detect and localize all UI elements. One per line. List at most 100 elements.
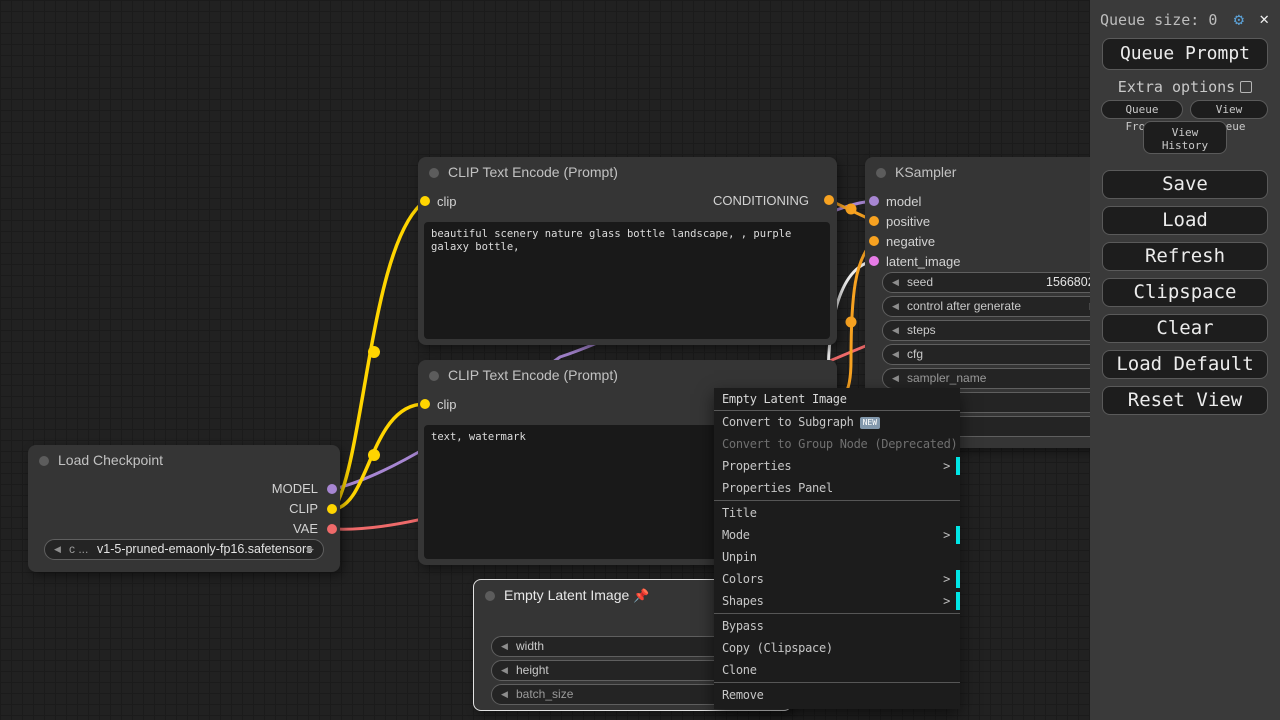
view-history-button[interactable]: View History [1143, 121, 1227, 154]
collapse-dot-icon[interactable] [39, 456, 49, 466]
input-port-model[interactable] [869, 196, 879, 206]
widget-value: v1-5-pruned-emaonly-fp16.safetensors [97, 542, 313, 556]
comfyui-app: CLIP Text Encode (Prompt) clip CONDITION… [0, 0, 1280, 720]
input-label-clip: clip [437, 194, 457, 209]
queue-front-button[interactable]: Queue Front [1101, 100, 1183, 133]
menu-item-clone[interactable]: Clone [714, 659, 960, 681]
prev-arrow-icon[interactable]: ◀ [54, 540, 61, 559]
reset-view-button[interactable]: Reset View [1102, 386, 1268, 415]
output-label-conditioning: CONDITIONING [712, 193, 809, 208]
menu-item-remove[interactable]: Remove [714, 684, 960, 706]
menu-item-convert-to-group-node: Convert to Group Node (Deprecated) [722, 437, 958, 451]
input-label-positive: positive [886, 214, 931, 229]
context-menu-title: Empty Latent Image [714, 388, 960, 411]
decrement-arrow-icon[interactable]: ◀ [892, 369, 899, 388]
input-label-latent-image: latent_image [886, 254, 961, 269]
wire-midpoint-dot[interactable] [368, 346, 380, 358]
node-load-checkpoint[interactable]: Load Checkpoint MODEL CLIP VAE ◀ c ... v… [28, 445, 340, 572]
output-port-clip[interactable] [327, 504, 337, 514]
widget-cfg[interactable]: ◀ cfg [882, 344, 1112, 365]
input-port-positive[interactable] [869, 216, 879, 226]
decrement-arrow-icon[interactable]: ◀ [892, 345, 899, 364]
refresh-button[interactable]: Refresh [1102, 242, 1268, 271]
menu-item-copy-clipspace[interactable]: Copy (Clipspace) [714, 637, 960, 659]
menu-item-mode[interactable]: Mode > [714, 524, 960, 546]
node-title[interactable]: CLIP Text Encode (Prompt) [418, 157, 837, 187]
context-menu: Empty Latent Image Convert to Subgraph NE… [714, 388, 960, 709]
settings-gear-icon[interactable]: ⚙ [1234, 10, 1244, 30]
submenu-arrow-icon: > [943, 572, 950, 586]
decrement-arrow-icon[interactable]: ◀ [892, 321, 899, 340]
decrement-arrow-icon[interactable]: ◀ [501, 637, 508, 656]
submenu-accent-bar [956, 592, 960, 610]
collapse-dot-icon[interactable] [429, 168, 439, 178]
node-clip-text-encode-1[interactable]: CLIP Text Encode (Prompt) clip CONDITION… [418, 157, 837, 345]
submenu-arrow-icon: > [943, 594, 950, 608]
node-title[interactable]: CLIP Text Encode (Prompt) [418, 360, 837, 390]
save-button[interactable]: Save [1102, 170, 1268, 199]
widget-control-after-generate[interactable]: ◀ control after generate randomize [882, 296, 1112, 317]
load-default-button[interactable]: Load Default [1102, 350, 1268, 379]
input-label-clip: clip [437, 397, 457, 412]
node-graph-canvas[interactable]: CLIP Text Encode (Prompt) clip CONDITION… [0, 0, 1127, 720]
submenu-accent-bar [956, 457, 960, 475]
collapse-dot-icon[interactable] [876, 168, 886, 178]
wire-midpoint-dot[interactable] [368, 449, 380, 461]
output-port-vae[interactable] [327, 524, 337, 534]
queue-size-label: Queue size: 0 [1100, 11, 1218, 29]
input-port-clip[interactable] [420, 196, 430, 206]
decrement-arrow-icon[interactable]: ◀ [892, 297, 899, 316]
input-port-latent-image[interactable] [869, 256, 879, 266]
submenu-accent-bar [956, 570, 960, 588]
input-label-negative: negative [886, 234, 936, 249]
sidebar-menu: Queue size: 0 ⚙ ✕ Queue Prompt Extra opt… [1090, 0, 1280, 720]
decrement-arrow-icon[interactable]: ◀ [501, 661, 508, 680]
output-port-conditioning[interactable] [824, 195, 834, 205]
menu-item-shapes[interactable]: Shapes > [714, 590, 960, 612]
close-icon[interactable]: ✕ [1259, 9, 1269, 28]
collapse-dot-icon[interactable] [485, 591, 495, 601]
extra-options-row: Extra options [1090, 78, 1280, 96]
menu-item-title[interactable]: Title [714, 502, 960, 524]
menu-item-colors[interactable]: Colors > [714, 568, 960, 590]
submenu-accent-bar [956, 526, 960, 544]
menu-item-bypass[interactable]: Bypass [714, 615, 960, 637]
submenu-arrow-icon: > [943, 528, 950, 542]
wire-midpoint-dot[interactable] [845, 316, 857, 328]
node-title[interactable]: KSampler [865, 157, 1127, 187]
widget-steps[interactable]: ◀ steps [882, 320, 1112, 341]
input-port-clip[interactable] [420, 399, 430, 409]
collapse-dot-icon[interactable] [429, 371, 439, 381]
submenu-arrow-icon: > [943, 459, 950, 473]
menu-item-properties-panel[interactable]: Properties Panel [714, 477, 960, 499]
widget-seed[interactable]: ◀ seed 1566802087 [882, 272, 1112, 293]
output-port-model[interactable] [327, 484, 337, 494]
output-label-clip: CLIP [289, 501, 318, 516]
widget-ckpt-name[interactable]: ◀ c ... v1-5-pruned-emaonly-fp16.safeten… [44, 539, 324, 560]
clear-button[interactable]: Clear [1102, 314, 1268, 343]
node-title[interactable]: Load Checkpoint [28, 445, 340, 475]
new-badge: NEW [859, 417, 881, 429]
wire-midpoint-dot[interactable] [845, 203, 857, 215]
menu-item-properties[interactable]: Properties > [714, 455, 960, 477]
input-port-negative[interactable] [869, 236, 879, 246]
menu-item-convert-to-subgraph[interactable]: Convert to Subgraph NEW [714, 411, 960, 433]
widget-sampler-name[interactable]: ◀ sampler_name [882, 368, 1112, 389]
load-button[interactable]: Load [1102, 206, 1268, 235]
wire-clip-1 [332, 199, 427, 510]
input-label-model: model [886, 194, 922, 209]
output-label-model: MODEL [271, 481, 318, 496]
menu-separator [714, 500, 960, 501]
view-queue-button[interactable]: View Queue [1190, 100, 1268, 133]
output-label-vae: VAE [292, 521, 318, 536]
decrement-arrow-icon[interactable]: ◀ [501, 685, 508, 704]
next-arrow-icon[interactable]: ▶ [307, 540, 314, 559]
menu-separator [714, 682, 960, 683]
pin-icon: 📌 [633, 588, 650, 603]
extra-options-checkbox[interactable] [1240, 81, 1253, 93]
prompt-textarea[interactable]: beautiful scenery nature glass bottle la… [424, 222, 830, 339]
clipspace-button[interactable]: Clipspace [1102, 278, 1268, 307]
decrement-arrow-icon[interactable]: ◀ [892, 273, 899, 292]
menu-item-unpin[interactable]: Unpin [714, 546, 960, 568]
queue-prompt-button[interactable]: Queue Prompt [1102, 38, 1268, 70]
